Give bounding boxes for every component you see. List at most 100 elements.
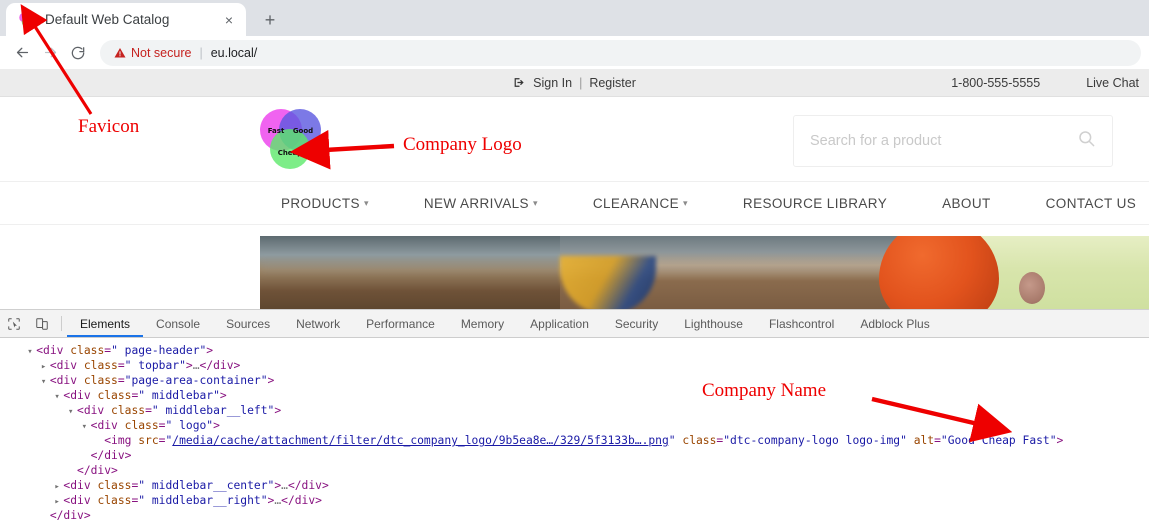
tab-sources[interactable]: Sources [213,310,283,337]
browser-tab[interactable]: Default Web Catalog × [6,3,246,36]
nav-item-contact-us[interactable]: CONTACT US [1046,196,1137,211]
not-secure-label: Not secure [131,45,192,60]
dom-token: class [97,389,132,402]
devtools-panel: Elements Console Sources Network Perform… [0,309,1149,522]
dom-token: class [97,479,132,492]
nav-label: CLEARANCE [592,195,679,211]
dom-token [907,434,914,447]
dom-tree-line[interactable]: <img src = "/media/cache/attachment/filter… [0,433,1149,448]
reload-icon[interactable] [64,39,92,67]
dom-tree-line[interactable]: ▾ <div class=" middlebar__left"> [0,403,1149,418]
tab-console[interactable]: Console [143,310,213,337]
dom-token: class [97,494,132,507]
dom-token: "dtc-company-logo logo-img" [723,434,907,447]
nav-item-products[interactable]: PRODUCTS ▾ [281,196,369,211]
topbar-contact: 1-800-555-5555 Live Chat [951,69,1149,97]
dom-token [77,374,84,387]
company-logo[interactable]: Fast Good Cheap [259,106,321,172]
svg-text:Cheap: Cheap [278,149,303,157]
dom-token: > [1056,434,1064,447]
dom-token: > [124,449,132,462]
dom-token: div [56,359,78,372]
dom-token: > [206,344,214,357]
screenshot-root: Default Web Catalog × + Not secure | eu.… [0,0,1149,522]
dom-tree-line[interactable]: ▾ <div class=" middlebar"> [0,388,1149,403]
dom-token: div [56,374,78,387]
dom-attr-link[interactable]: /media/cache/attachment/filter/dtc_compa… [172,434,669,447]
dom-token: > [213,419,220,432]
dom-token: class [111,404,146,417]
device-toolbar-icon[interactable] [28,310,56,337]
devtools-tab-list: Elements Console Sources Network Perform… [67,310,943,337]
tab-flashcontrol[interactable]: Flashcontrol [756,310,847,337]
dom-tree-line[interactable]: ▾ <div class=" logo"> [0,418,1149,433]
dom-token: > [219,389,227,402]
search-input[interactable]: Search for a product [810,133,1077,149]
tab-performance[interactable]: Performance [353,310,448,337]
search-icon[interactable] [1077,129,1096,153]
tab-security[interactable]: Security [602,310,671,337]
tab-adblock-plus[interactable]: Adblock Plus [847,310,942,337]
dom-token: " middlebar__center" [138,479,275,492]
dom-token: div [83,404,105,417]
dom-token: class [70,344,105,357]
register-link[interactable]: Register [589,76,636,90]
url-text: eu.local/ [210,45,258,60]
tab-elements[interactable]: Elements [67,310,143,337]
nav-item-about[interactable]: ABOUT [942,196,991,211]
close-icon[interactable]: × [220,11,238,29]
dom-token [77,359,84,372]
dom-tree-line[interactable]: </div> [0,463,1149,478]
hero-worker-ear [1019,272,1045,304]
address-bar[interactable]: Not secure | eu.local/ [100,39,1141,66]
dom-token: </ [49,509,64,522]
inspect-element-icon[interactable] [0,310,28,337]
dom-tree-line[interactable]: </div> [0,448,1149,463]
svg-text:Fast: Fast [268,127,285,135]
sign-in-link[interactable]: Sign In [533,76,572,90]
tab-memory[interactable]: Memory [448,310,517,337]
dom-token: div [70,494,91,507]
dom-token: div [104,449,125,462]
dom-token: = [117,359,125,372]
dom-token: "page-area-container" [124,374,268,387]
dom-token: div [213,359,234,372]
dom-tree-line[interactable]: ▸ <div class=" topbar">…</div> [0,358,1149,373]
dom-tree-line[interactable]: ▸ <div class=" middlebar__right">…</div> [0,493,1149,508]
live-chat-link[interactable]: Live Chat [1086,76,1139,90]
nav-item-clearance[interactable]: CLEARANCE ▾ [593,196,688,211]
browser-tab-strip: Default Web Catalog × + [0,0,1149,36]
dom-token: = [145,404,152,417]
sign-in-arrow-icon [513,76,526,89]
dom-tree-line[interactable]: ▸ <div class=" middlebar__center">…</div> [0,478,1149,493]
tab-network[interactable]: Network [283,310,353,337]
product-search-box[interactable]: Search for a product [793,115,1113,167]
dom-token: " logo" [165,419,214,432]
new-tab-button[interactable]: + [256,8,284,32]
devtools-toolbar: Elements Console Sources Network Perform… [0,310,1149,338]
dom-token: " topbar" [124,359,186,372]
dom-token: " middlebar__right" [138,494,268,507]
tab-lighthouse[interactable]: Lighthouse [671,310,756,337]
dom-token: " middlebar__left" [151,404,275,417]
tab-application[interactable]: Application [517,310,602,337]
hero-left-region [260,236,560,309]
back-icon[interactable] [8,39,36,67]
forward-icon [36,39,64,67]
dom-token: > [233,359,241,372]
phone-number[interactable]: 1-800-555-5555 [951,76,1040,90]
nav-item-new-arrivals[interactable]: NEW ARRIVALS ▾ [424,196,538,211]
dom-token: div [97,419,118,432]
nav-label: PRODUCTS [281,195,360,211]
chevron-down-icon: ▾ [683,197,688,208]
dom-token: > [321,479,329,492]
warning-triangle-icon [114,47,126,59]
nav-item-resource-library[interactable]: RESOURCE LIBRARY [743,196,887,211]
main-navigation: PRODUCTS ▾ NEW ARRIVALS ▾ CLEARANCE ▾ RE… [0,181,1149,225]
dom-tree-line[interactable]: ▾ <div class=" page-header"> [0,343,1149,358]
dom-tree[interactable]: ▾ <div class=" page-header"> ▸ <div class=… [0,338,1149,522]
dom-tree-line[interactable]: ▾ <div class="page-area-container"> [0,373,1149,388]
dom-token: div [90,464,112,477]
browser-toolbar: Not secure | eu.local/ [0,36,1149,69]
dom-tree-line[interactable]: </div> [0,508,1149,522]
